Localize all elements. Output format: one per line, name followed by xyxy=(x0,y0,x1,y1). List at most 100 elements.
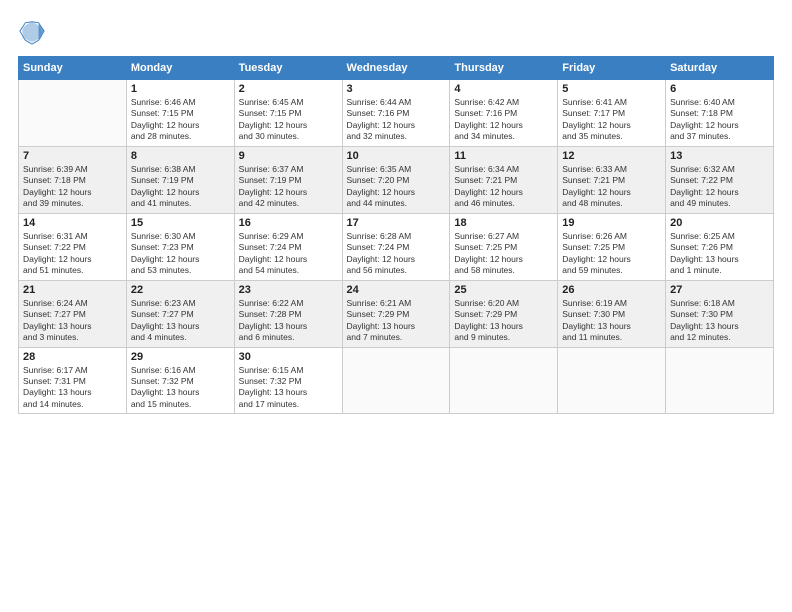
day-number: 9 xyxy=(239,150,338,162)
calendar-cell: 9 Sunrise: 6:37 AM Sunset: 7:19 PM Daylig… xyxy=(234,146,342,213)
day-info: Sunrise: 6:30 AM Sunset: 7:23 PM Dayligh… xyxy=(131,231,230,277)
day-number: 5 xyxy=(562,83,661,95)
weekday-header-friday: Friday xyxy=(558,57,666,80)
day-number: 1 xyxy=(131,83,230,95)
calendar-cell: 23 Sunrise: 6:22 AM Sunset: 7:28 PM Dayli… xyxy=(234,280,342,347)
day-info: Sunrise: 6:35 AM Sunset: 7:20 PM Dayligh… xyxy=(347,164,446,210)
calendar-cell: 6Sunrise: 6:40 AM Sunset: 7:18 PM Daylig… xyxy=(666,80,774,147)
calendar-cell: 24 Sunrise: 6:21 AM Sunset: 7:29 PM Dayli… xyxy=(342,280,450,347)
day-info: Sunrise: 6:42 AM Sunset: 7:16 PM Dayligh… xyxy=(454,97,553,143)
day-number: 21 xyxy=(23,284,122,296)
calendar-cell: 13 Sunrise: 6:32 AM Sunset: 7:22 PM Dayli… xyxy=(666,146,774,213)
calendar-cell: 28 Sunrise: 6:17 AM Sunset: 7:31 PM Dayli… xyxy=(19,347,127,414)
calendar-header-row: SundayMondayTuesdayWednesdayThursdayFrid… xyxy=(19,57,774,80)
calendar-cell: 16 Sunrise: 6:29 AM Sunset: 7:24 PM Dayli… xyxy=(234,213,342,280)
calendar-cell xyxy=(19,80,127,147)
day-info: Sunrise: 6:17 AM Sunset: 7:31 PM Dayligh… xyxy=(23,365,122,411)
day-info: Sunrise: 6:22 AM Sunset: 7:28 PM Dayligh… xyxy=(239,298,338,344)
header xyxy=(18,18,774,46)
calendar-cell xyxy=(558,347,666,414)
calendar-cell: 29 Sunrise: 6:16 AM Sunset: 7:32 PM Dayli… xyxy=(126,347,234,414)
calendar-cell: 5Sunrise: 6:41 AM Sunset: 7:17 PM Daylig… xyxy=(558,80,666,147)
day-info: Sunrise: 6:21 AM Sunset: 7:29 PM Dayligh… xyxy=(347,298,446,344)
day-number: 15 xyxy=(131,217,230,229)
calendar-cell: 30 Sunrise: 6:15 AM Sunset: 7:32 PM Dayli… xyxy=(234,347,342,414)
day-info: Sunrise: 6:20 AM Sunset: 7:29 PM Dayligh… xyxy=(454,298,553,344)
day-number: 18 xyxy=(454,217,553,229)
calendar-week-2: 7 Sunrise: 6:39 AM Sunset: 7:18 PM Daylig… xyxy=(19,146,774,213)
weekday-header-sunday: Sunday xyxy=(19,57,127,80)
calendar-cell: 27 Sunrise: 6:18 AM Sunset: 7:30 PM Dayli… xyxy=(666,280,774,347)
day-info: Sunrise: 6:16 AM Sunset: 7:32 PM Dayligh… xyxy=(131,365,230,411)
calendar-cell: 15 Sunrise: 6:30 AM Sunset: 7:23 PM Dayli… xyxy=(126,213,234,280)
calendar-cell: 14Sunrise: 6:31 AM Sunset: 7:22 PM Dayli… xyxy=(19,213,127,280)
calendar-cell: 11 Sunrise: 6:34 AM Sunset: 7:21 PM Dayli… xyxy=(450,146,558,213)
calendar-cell: 25Sunrise: 6:20 AM Sunset: 7:29 PM Dayli… xyxy=(450,280,558,347)
day-info: Sunrise: 6:32 AM Sunset: 7:22 PM Dayligh… xyxy=(670,164,769,210)
day-number: 22 xyxy=(131,284,230,296)
day-number: 16 xyxy=(239,217,338,229)
calendar-cell: 21 Sunrise: 6:24 AM Sunset: 7:27 PM Dayli… xyxy=(19,280,127,347)
day-number: 8 xyxy=(131,150,230,162)
weekday-header-tuesday: Tuesday xyxy=(234,57,342,80)
calendar-cell: 20 Sunrise: 6:25 AM Sunset: 7:26 PM Dayli… xyxy=(666,213,774,280)
day-info: Sunrise: 6:15 AM Sunset: 7:32 PM Dayligh… xyxy=(239,365,338,411)
day-info: Sunrise: 6:44 AM Sunset: 7:16 PM Dayligh… xyxy=(347,97,446,143)
day-number: 29 xyxy=(131,351,230,363)
day-info: Sunrise: 6:31 AM Sunset: 7:22 PM Dayligh… xyxy=(23,231,122,277)
day-number: 19 xyxy=(562,217,661,229)
day-number: 7 xyxy=(23,150,122,162)
day-number: 6 xyxy=(670,83,769,95)
weekday-header-monday: Monday xyxy=(126,57,234,80)
day-number: 24 xyxy=(347,284,446,296)
calendar-cell: 26 Sunrise: 6:19 AM Sunset: 7:30 PM Dayli… xyxy=(558,280,666,347)
calendar: SundayMondayTuesdayWednesdayThursdayFrid… xyxy=(18,56,774,414)
calendar-cell xyxy=(342,347,450,414)
day-number: 11 xyxy=(454,150,553,162)
day-info: Sunrise: 6:18 AM Sunset: 7:30 PM Dayligh… xyxy=(670,298,769,344)
day-number: 20 xyxy=(670,217,769,229)
calendar-cell: 1Sunrise: 6:46 AM Sunset: 7:15 PM Daylig… xyxy=(126,80,234,147)
calendar-cell xyxy=(450,347,558,414)
day-number: 30 xyxy=(239,351,338,363)
day-info: Sunrise: 6:33 AM Sunset: 7:21 PM Dayligh… xyxy=(562,164,661,210)
day-info: Sunrise: 6:28 AM Sunset: 7:24 PM Dayligh… xyxy=(347,231,446,277)
day-number: 3 xyxy=(347,83,446,95)
day-info: Sunrise: 6:19 AM Sunset: 7:30 PM Dayligh… xyxy=(562,298,661,344)
calendar-cell: 3 Sunrise: 6:44 AM Sunset: 7:16 PM Daylig… xyxy=(342,80,450,147)
calendar-cell: 18 Sunrise: 6:27 AM Sunset: 7:25 PM Dayli… xyxy=(450,213,558,280)
calendar-cell: 7 Sunrise: 6:39 AM Sunset: 7:18 PM Daylig… xyxy=(19,146,127,213)
day-info: Sunrise: 6:34 AM Sunset: 7:21 PM Dayligh… xyxy=(454,164,553,210)
calendar-cell: 12 Sunrise: 6:33 AM Sunset: 7:21 PM Dayli… xyxy=(558,146,666,213)
day-info: Sunrise: 6:26 AM Sunset: 7:25 PM Dayligh… xyxy=(562,231,661,277)
day-number: 28 xyxy=(23,351,122,363)
calendar-cell: 2Sunrise: 6:45 AM Sunset: 7:15 PM Daylig… xyxy=(234,80,342,147)
calendar-week-1: 1Sunrise: 6:46 AM Sunset: 7:15 PM Daylig… xyxy=(19,80,774,147)
calendar-cell: 8 Sunrise: 6:38 AM Sunset: 7:19 PM Daylig… xyxy=(126,146,234,213)
day-number: 12 xyxy=(562,150,661,162)
calendar-cell: 10Sunrise: 6:35 AM Sunset: 7:20 PM Dayli… xyxy=(342,146,450,213)
weekday-header-saturday: Saturday xyxy=(666,57,774,80)
day-number: 17 xyxy=(347,217,446,229)
day-number: 4 xyxy=(454,83,553,95)
day-info: Sunrise: 6:24 AM Sunset: 7:27 PM Dayligh… xyxy=(23,298,122,344)
day-info: Sunrise: 6:25 AM Sunset: 7:26 PM Dayligh… xyxy=(670,231,769,277)
day-number: 13 xyxy=(670,150,769,162)
calendar-cell: 17 Sunrise: 6:28 AM Sunset: 7:24 PM Dayli… xyxy=(342,213,450,280)
calendar-week-3: 14Sunrise: 6:31 AM Sunset: 7:22 PM Dayli… xyxy=(19,213,774,280)
calendar-week-5: 28 Sunrise: 6:17 AM Sunset: 7:31 PM Dayli… xyxy=(19,347,774,414)
day-info: Sunrise: 6:29 AM Sunset: 7:24 PM Dayligh… xyxy=(239,231,338,277)
weekday-header-wednesday: Wednesday xyxy=(342,57,450,80)
day-info: Sunrise: 6:38 AM Sunset: 7:19 PM Dayligh… xyxy=(131,164,230,210)
day-number: 2 xyxy=(239,83,338,95)
day-info: Sunrise: 6:27 AM Sunset: 7:25 PM Dayligh… xyxy=(454,231,553,277)
day-number: 26 xyxy=(562,284,661,296)
calendar-cell: 4 Sunrise: 6:42 AM Sunset: 7:16 PM Daylig… xyxy=(450,80,558,147)
calendar-week-4: 21 Sunrise: 6:24 AM Sunset: 7:27 PM Dayli… xyxy=(19,280,774,347)
day-number: 27 xyxy=(670,284,769,296)
logo xyxy=(18,18,50,46)
day-info: Sunrise: 6:39 AM Sunset: 7:18 PM Dayligh… xyxy=(23,164,122,210)
day-number: 23 xyxy=(239,284,338,296)
day-info: Sunrise: 6:37 AM Sunset: 7:19 PM Dayligh… xyxy=(239,164,338,210)
page: SundayMondayTuesdayWednesdayThursdayFrid… xyxy=(0,0,792,612)
